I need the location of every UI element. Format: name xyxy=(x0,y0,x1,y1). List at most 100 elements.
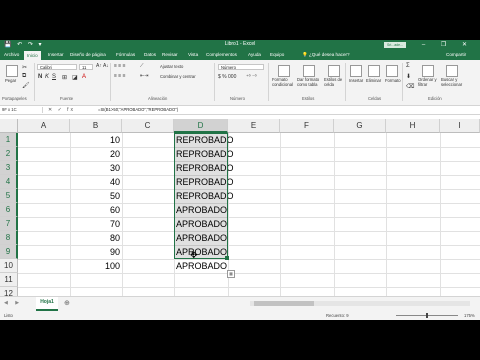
align-left-icon[interactable]: ≡ ≡ ≡ xyxy=(114,73,126,79)
tab-formulas[interactable]: Fórmulas xyxy=(116,52,135,57)
sheet-nav-arrows-icon[interactable]: ◀ ▶ xyxy=(4,300,22,306)
row-header-3[interactable]: 3 xyxy=(0,161,18,175)
copy-icon[interactable]: ⧉ xyxy=(22,73,26,80)
format-table-button[interactable]: Dar formato como tabla xyxy=(297,77,321,87)
zoom-slider-thumb[interactable] xyxy=(426,313,428,318)
fill-color-icon[interactable]: ◪ xyxy=(72,74,78,81)
row-header-5[interactable]: 5 xyxy=(0,189,18,203)
column-header-i[interactable]: I xyxy=(440,119,480,133)
quick-analysis-icon[interactable]: ▦ xyxy=(227,270,235,278)
find-select-icon[interactable] xyxy=(446,65,458,77)
cell-b3[interactable]: 30 xyxy=(70,161,120,175)
row-header-11[interactable]: 11 xyxy=(0,273,18,287)
user-account[interactable]: Sri...ade... xyxy=(384,42,406,48)
column-header-h[interactable]: H xyxy=(386,119,440,133)
cell-b8[interactable]: 80 xyxy=(70,231,120,245)
column-header-a[interactable]: A xyxy=(18,119,70,133)
underline-icon[interactable]: S xyxy=(52,74,56,80)
cell-d10[interactable]: APROBADO xyxy=(176,259,228,273)
wrap-text-button[interactable]: Ajustar texto xyxy=(160,64,183,69)
font-color-icon[interactable]: A xyxy=(82,74,86,80)
merge-center-button[interactable]: Combinar y centrar xyxy=(160,74,196,79)
add-sheet-icon[interactable]: ⊕ xyxy=(64,299,70,307)
paste-icon[interactable] xyxy=(6,65,18,77)
row-header-2[interactable]: 2 xyxy=(0,147,18,161)
window-controls[interactable]: – ❐ ✕ xyxy=(422,41,474,48)
decimal-icon[interactable]: ⁺⁰ ⁻⁰ xyxy=(246,74,257,80)
format-cells-button[interactable]: Formato xyxy=(385,78,401,83)
horizontal-scrollbar[interactable] xyxy=(250,301,470,306)
borders-icon[interactable]: ⊞ xyxy=(62,74,67,81)
worksheet-grid[interactable]: A B C D E F G H I 1 2 3 4 5 6 7 8 9 10 1… xyxy=(0,119,480,320)
currency-icon[interactable]: $ % 000 xyxy=(218,74,236,80)
cell-b1[interactable]: 10 xyxy=(70,133,120,147)
formula-input[interactable]: =SI(B1>50;"APROBADO";"REPROBADO") xyxy=(98,106,178,114)
cut-icon[interactable]: ✂ xyxy=(22,64,27,71)
cell-b4[interactable]: 40 xyxy=(70,175,120,189)
tab-data[interactable]: Datos xyxy=(144,52,156,57)
row-header-9[interactable]: 9 xyxy=(0,245,18,259)
fill-handle[interactable] xyxy=(225,256,229,260)
tab-home[interactable]: Inicio xyxy=(24,51,41,60)
italic-icon[interactable]: K xyxy=(45,74,49,80)
share-button[interactable]: Compartir xyxy=(446,52,466,57)
cell-b2[interactable]: 20 xyxy=(70,147,120,161)
clear-icon[interactable]: ⌫ xyxy=(406,83,414,90)
row-header-4[interactable]: 4 xyxy=(0,175,18,189)
row-header-8[interactable]: 8 xyxy=(0,231,18,245)
grow-font-icon[interactable]: A↑ A↓ xyxy=(96,63,109,69)
scrollbar-thumb[interactable] xyxy=(254,301,314,306)
font-size-select[interactable]: 11 xyxy=(79,64,93,70)
tab-insert[interactable]: Insertar xyxy=(48,52,64,57)
column-header-b[interactable]: B xyxy=(70,119,122,133)
number-format-select[interactable]: Número xyxy=(218,64,264,70)
select-all-corner[interactable] xyxy=(0,119,18,133)
cell-b5[interactable]: 50 xyxy=(70,189,120,203)
sort-filter-icon[interactable] xyxy=(422,65,434,77)
delete-cells-icon[interactable] xyxy=(368,65,380,77)
align-top-icon[interactable]: ≡ ≡ ≡ xyxy=(114,63,126,69)
format-painter-icon[interactable]: 🖌 xyxy=(22,82,30,89)
conditional-format-icon[interactable] xyxy=(278,65,290,77)
sort-filter-button[interactable]: Ordenar y filtrar xyxy=(418,77,438,87)
zoom-level[interactable]: 175% xyxy=(464,313,475,318)
tab-help[interactable]: Ayuda xyxy=(248,52,261,57)
row-header-1[interactable]: 1 xyxy=(0,133,18,147)
sheet-tab-hoja1[interactable]: Hoja1 xyxy=(36,297,58,311)
cell-styles-button[interactable]: Estilos de celda xyxy=(324,77,344,87)
tab-review[interactable]: Revisar xyxy=(162,52,178,57)
font-name-select[interactable]: Calibri xyxy=(37,64,77,70)
cell-styles-icon[interactable] xyxy=(328,65,340,77)
row-header-7[interactable]: 7 xyxy=(0,217,18,231)
delete-cells-button[interactable]: Eliminar xyxy=(366,78,381,83)
format-table-icon[interactable] xyxy=(303,65,315,77)
tab-page-layout[interactable]: Diseño de página xyxy=(70,52,106,57)
insert-cells-button[interactable]: Insertar xyxy=(349,78,363,83)
column-header-g[interactable]: G xyxy=(334,119,386,133)
tab-file[interactable]: Archivo xyxy=(4,52,19,57)
cell-b10[interactable]: 100 xyxy=(70,259,120,273)
tab-team[interactable]: Equipo xyxy=(270,52,284,57)
bold-icon[interactable]: N xyxy=(38,74,42,80)
paste-button[interactable]: Pegar xyxy=(5,78,16,83)
column-header-c[interactable]: C xyxy=(122,119,174,133)
name-box[interactable]: 9F x 1C xyxy=(2,107,43,113)
tell-me-search[interactable]: 💡 ¿Qué desea hacer? xyxy=(302,52,350,58)
insert-cells-icon[interactable] xyxy=(350,65,362,77)
fill-icon[interactable]: ⬇ xyxy=(406,73,411,80)
orientation-icon[interactable]: ⟋ xyxy=(140,63,144,69)
indent-icon[interactable]: ⇤⇥ xyxy=(140,73,148,79)
tab-view[interactable]: Vista xyxy=(188,52,198,57)
format-cells-icon[interactable] xyxy=(386,65,398,77)
column-header-f[interactable]: F xyxy=(280,119,334,133)
find-select-button[interactable]: Buscar y seleccionar xyxy=(441,77,469,87)
row-header-10[interactable]: 10 xyxy=(0,259,18,273)
column-header-e[interactable]: E xyxy=(228,119,280,133)
conditional-format-button[interactable]: Formato condicional xyxy=(272,77,294,87)
cell-b6[interactable]: 60 xyxy=(70,203,120,217)
formula-buttons[interactable]: ✕ ✓ fx xyxy=(48,106,75,114)
row-header-6[interactable]: 6 xyxy=(0,203,18,217)
cell-b9[interactable]: 90 xyxy=(70,245,120,259)
column-header-d[interactable]: D xyxy=(174,119,228,133)
autosum-icon[interactable]: Σ xyxy=(406,63,410,69)
